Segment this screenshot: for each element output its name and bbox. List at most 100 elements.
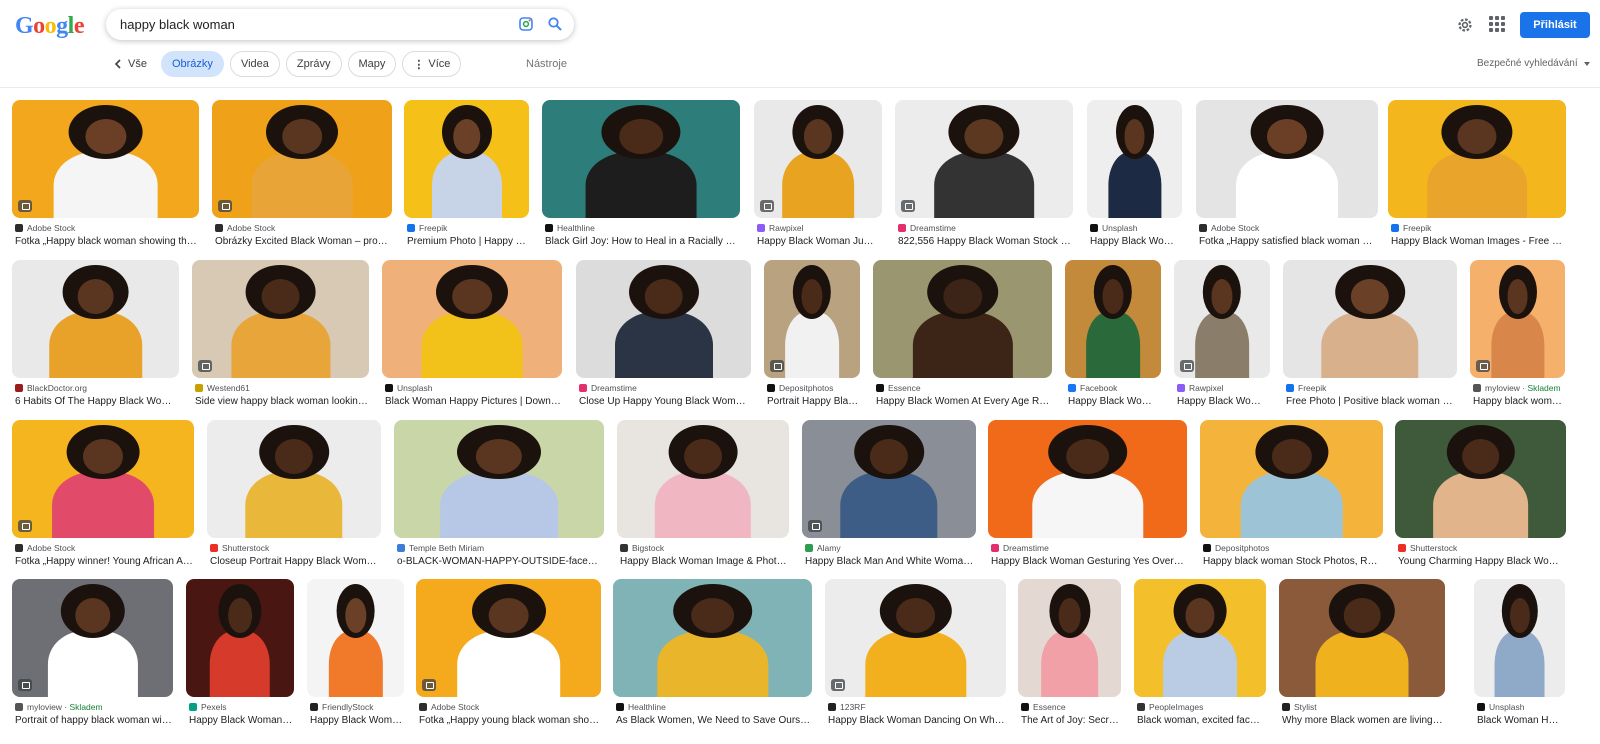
result-source[interactable]: BlackDoctor.org: [15, 383, 178, 393]
result-source[interactable]: Dreamstime: [991, 543, 1186, 553]
result-source[interactable]: Adobe Stock: [1199, 223, 1377, 233]
result-title[interactable]: Fotka „Happy satisfied black woman sh...: [1199, 236, 1377, 247]
result-title[interactable]: Fotka „Happy black woman showing thu...: [15, 236, 198, 247]
image-result[interactable]: Facebook Happy Black Woman: [1065, 260, 1161, 410]
image-result[interactable]: Adobe Stock Obrázky Excited Black Woman –…: [212, 100, 392, 250]
result-thumbnail[interactable]: [1087, 100, 1182, 218]
result-title[interactable]: Happy black woma...: [1473, 396, 1564, 407]
result-thumbnail[interactable]: [12, 100, 199, 218]
result-thumbnail[interactable]: [12, 260, 179, 378]
result-title[interactable]: Happy Black Woma...: [1090, 236, 1181, 247]
image-result[interactable]: Depositphotos Happy black woman Stock Pho…: [1200, 420, 1383, 570]
result-title[interactable]: As Black Women, We Need to Save Ourselve…: [616, 715, 811, 726]
result-title[interactable]: Happy Black Woma...: [1177, 396, 1269, 407]
result-thumbnail[interactable]: [988, 420, 1187, 538]
result-title[interactable]: Fotka „Happy young black woman showi...: [419, 715, 600, 726]
result-source[interactable]: Shutterstock: [210, 543, 380, 553]
result-thumbnail[interactable]: [1134, 579, 1266, 697]
result-title[interactable]: Close Up Happy Young Black Woman ...: [579, 396, 750, 407]
result-thumbnail[interactable]: [207, 420, 381, 538]
result-thumbnail[interactable]: [212, 100, 392, 218]
result-source[interactable]: Adobe Stock: [215, 223, 391, 233]
image-result[interactable]: Unsplash Black Woman Happ...: [1474, 579, 1565, 729]
image-result[interactable]: Adobe Stock Fotka „Happy satisfied black …: [1196, 100, 1378, 250]
image-result[interactable]: Freepik Free Photo | Positive black woman…: [1283, 260, 1457, 410]
result-thumbnail[interactable]: [1470, 260, 1565, 378]
image-result[interactable]: FriendlyStock Happy Black Woma...: [307, 579, 404, 729]
result-source[interactable]: Dreamstime: [579, 383, 750, 393]
image-result[interactable]: Healthline Black Girl Joy: How to Heal in…: [542, 100, 740, 250]
result-source[interactable]: Freepik: [1391, 223, 1565, 233]
result-source[interactable]: Freepik: [1286, 383, 1456, 393]
image-result[interactable]: Stylist Why more Black women are living t…: [1279, 579, 1445, 729]
result-title[interactable]: Why more Black women are living the '...: [1282, 715, 1444, 726]
result-thumbnail[interactable]: [394, 420, 604, 538]
image-result[interactable]: Unsplash Happy Black Woma...: [1087, 100, 1182, 250]
result-thumbnail[interactable]: [382, 260, 562, 378]
image-result[interactable]: Healthline As Black Women, We Need to Sav…: [613, 579, 812, 729]
image-result[interactable]: Shutterstock Closeup Portrait Happy Black…: [207, 420, 381, 570]
image-result[interactable]: myloview · Skladem Happy black woma...: [1470, 260, 1565, 410]
result-thumbnail[interactable]: [754, 100, 882, 218]
result-title[interactable]: Premium Photo | Happy ch...: [407, 236, 528, 247]
result-thumbnail[interactable]: [12, 420, 194, 538]
image-result[interactable]: Dreamstime Close Up Happy Young Black Wom…: [576, 260, 751, 410]
result-source[interactable]: PeopleImages: [1137, 702, 1265, 712]
result-thumbnail[interactable]: [1283, 260, 1457, 378]
result-source[interactable]: myloview · Skladem: [15, 702, 172, 712]
result-title[interactable]: Happy Black Woman Gesturing Yes Over Or.…: [991, 556, 1186, 567]
result-thumbnail[interactable]: [404, 100, 529, 218]
image-result[interactable]: Shutterstock Young Charming Happy Black W…: [1395, 420, 1566, 570]
image-result[interactable]: Alamy Happy Black Man And White Woman T..…: [802, 420, 976, 570]
image-result[interactable]: Temple Beth Miriam o-BLACK-WOMAN-HAPPY-OU…: [394, 420, 604, 570]
image-result[interactable]: Rawpixel Happy Black Woman Jumpi...: [754, 100, 882, 250]
result-source[interactable]: Adobe Stock: [419, 702, 600, 712]
image-result[interactable]: BlackDoctor.org 6 Habits Of The Happy Bla…: [12, 260, 179, 410]
result-source[interactable]: Dreamstime: [898, 223, 1072, 233]
result-title[interactable]: Happy Black Woman Image & Photo (...: [620, 556, 788, 567]
result-thumbnail[interactable]: [1174, 260, 1270, 378]
result-thumbnail[interactable]: [764, 260, 860, 378]
result-thumbnail[interactable]: [1395, 420, 1566, 538]
result-thumbnail[interactable]: [1018, 579, 1121, 697]
result-title[interactable]: Young Charming Happy Black Woman ...: [1398, 556, 1565, 567]
result-source[interactable]: Stylist: [1282, 702, 1444, 712]
result-source[interactable]: Depositphotos: [767, 383, 859, 393]
result-source[interactable]: Facebook: [1068, 383, 1160, 393]
image-result[interactable]: Freepik Premium Photo | Happy ch...: [404, 100, 529, 250]
result-thumbnail[interactable]: [617, 420, 789, 538]
image-result[interactable]: Adobe Stock Fotka „Happy young black woma…: [416, 579, 601, 729]
result-title[interactable]: Happy Black Woman Jumpi...: [757, 236, 881, 247]
result-thumbnail[interactable]: [192, 260, 369, 378]
image-result[interactable]: Depositphotos Portrait Happy Blac...: [764, 260, 860, 410]
result-title[interactable]: Black Woman Happy Pictures | Downloa...: [385, 396, 561, 407]
image-result[interactable]: Pexels Happy Black Woman P...: [186, 579, 294, 729]
image-result[interactable]: Rawpixel Happy Black Woma...: [1174, 260, 1270, 410]
result-title[interactable]: Happy Black Man And White Woman T...: [805, 556, 975, 567]
result-thumbnail[interactable]: [12, 579, 173, 697]
image-result[interactable]: Dreamstime Happy Black Woman Gesturing Ye…: [988, 420, 1187, 570]
result-title[interactable]: Black Woman Happ...: [1477, 715, 1564, 726]
result-title[interactable]: The Art of Joy: Secre...: [1021, 715, 1120, 726]
result-source[interactable]: Pexels: [189, 702, 293, 712]
result-thumbnail[interactable]: [873, 260, 1052, 378]
result-title[interactable]: Happy Black Woman Images - Free Do...: [1391, 236, 1565, 247]
result-source[interactable]: myloview · Skladem: [1473, 383, 1564, 393]
result-thumbnail[interactable]: [1200, 420, 1383, 538]
result-thumbnail[interactable]: [895, 100, 1073, 218]
result-thumbnail[interactable]: [542, 100, 740, 218]
image-result[interactable]: Westend61 Side view happy black woman loo…: [192, 260, 369, 410]
result-source[interactable]: Alamy: [805, 543, 975, 553]
result-source[interactable]: Depositphotos: [1203, 543, 1382, 553]
result-title[interactable]: Happy Black Woman P...: [189, 715, 293, 726]
result-title[interactable]: Happy Black Woman: [1068, 396, 1160, 407]
result-thumbnail[interactable]: [416, 579, 601, 697]
image-result[interactable]: Dreamstime 822,556 Happy Black Woman Stoc…: [895, 100, 1073, 250]
image-result[interactable]: Essence Happy Black Women At Every Age Re…: [873, 260, 1052, 410]
image-result[interactable]: Adobe Stock Fotka „Happy black woman show…: [12, 100, 199, 250]
image-result[interactable]: PeopleImages Black woman, excited face ..…: [1134, 579, 1266, 729]
result-source[interactable]: Rawpixel: [757, 223, 881, 233]
result-source[interactable]: Rawpixel: [1177, 383, 1269, 393]
result-source[interactable]: Unsplash: [1477, 702, 1564, 712]
result-title[interactable]: Black woman, excited face ...: [1137, 715, 1265, 726]
